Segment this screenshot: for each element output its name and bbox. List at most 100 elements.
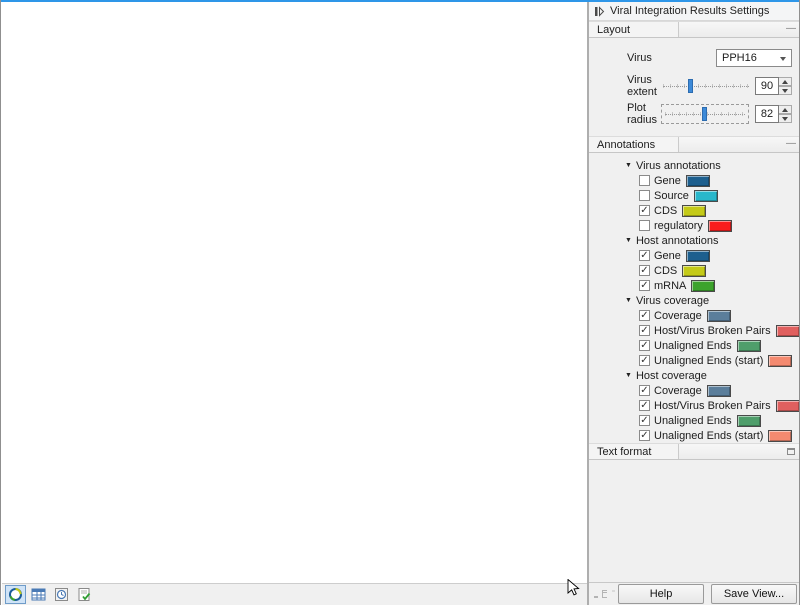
plot-radius-spinner[interactable]: 82 (755, 105, 792, 123)
settings-panel-header[interactable]: Viral Integration Results Settings (589, 2, 800, 21)
color-swatch[interactable] (768, 355, 792, 367)
color-swatch[interactable] (707, 310, 731, 322)
checkbox[interactable] (639, 220, 650, 231)
spin-down-button[interactable] (779, 114, 792, 123)
annotation-item-cds: ✓CDS (589, 263, 800, 278)
checkbox[interactable]: ✓ (639, 355, 650, 366)
annotation-item-label: Gene (654, 250, 681, 262)
color-swatch[interactable] (686, 175, 710, 187)
circular-plot[interactable] (2, 2, 588, 585)
collapse-caret-icon[interactable]: ▼ (625, 162, 632, 169)
virus-dropdown[interactable]: PPH16 (716, 49, 792, 67)
sidebar-toggle-icon[interactable] (594, 6, 605, 17)
annotations-section-label: Annotations (589, 137, 679, 152)
layout-section-header[interactable]: Layout — (589, 21, 800, 38)
checkbox[interactable]: ✓ (639, 280, 650, 291)
annotation-item-label: CDS (654, 205, 677, 217)
virus-row: Virus PPH16 (589, 44, 800, 72)
spin-up-button[interactable] (779, 77, 792, 86)
color-swatch[interactable] (776, 400, 800, 412)
text-format-section-header[interactable]: Text format (589, 443, 800, 460)
table-view-icon (30, 586, 47, 603)
checkbox[interactable]: ✓ (639, 325, 650, 336)
checkbox[interactable]: ✓ (639, 205, 650, 216)
collapse-caret-icon[interactable]: ▼ (625, 297, 632, 304)
annotation-group-host-annotations[interactable]: ▼ Host annotations (589, 233, 800, 248)
annotation-item-source: Source (589, 188, 800, 203)
virus-extent-value[interactable]: 90 (755, 77, 779, 95)
collapse-section-icon[interactable]: — (786, 139, 795, 148)
table-view-button[interactable] (28, 585, 49, 604)
color-swatch[interactable] (737, 340, 761, 352)
view-toolbar (2, 583, 587, 605)
annotation-item-unaligned-ends-start: ✓Unaligned Ends (start) (589, 428, 800, 443)
annotation-item-cds: ✓ CDS (589, 203, 800, 218)
history-view-button[interactable] (51, 585, 72, 604)
spin-down-button[interactable] (779, 86, 792, 95)
annotation-item-label: mRNA (654, 280, 686, 292)
annotation-group-label: Virus coverage (636, 295, 709, 307)
float-panel-icon[interactable] (601, 588, 607, 600)
virus-extent-spinner[interactable]: 90 (755, 77, 792, 95)
annotations-section-header[interactable]: Annotations — (589, 136, 800, 153)
virus-extent-label: Virus extent (627, 74, 663, 98)
collapse-section-icon[interactable]: — (786, 24, 795, 33)
color-swatch[interactable] (686, 250, 710, 262)
annotation-group-host-coverage[interactable]: ▼ Host coverage (589, 368, 800, 383)
plot-radius-slider[interactable] (665, 106, 745, 122)
annotation-item-label: Source (654, 190, 689, 202)
slider-handle[interactable] (688, 79, 693, 93)
annotation-item-unaligned-ends-start: ✓Unaligned Ends (start) (589, 353, 800, 368)
color-swatch[interactable] (768, 430, 792, 442)
color-swatch[interactable] (694, 190, 718, 202)
dock-panel-icon[interactable] (610, 588, 615, 600)
annotation-item-label: regulatory (654, 220, 703, 232)
virus-extent-slider[interactable] (663, 78, 749, 94)
slider-handle[interactable] (702, 107, 707, 121)
color-swatch[interactable] (682, 265, 706, 277)
annotation-group-virus-coverage[interactable]: ▼ Virus coverage (589, 293, 800, 308)
checkbox[interactable]: ✓ (639, 415, 650, 426)
color-swatch[interactable] (682, 205, 706, 217)
circular-plot-area[interactable] (2, 2, 587, 583)
help-button[interactable]: Help (618, 584, 704, 604)
color-swatch[interactable] (691, 280, 715, 292)
color-swatch[interactable] (776, 325, 800, 337)
checkbox[interactable]: ✓ (639, 430, 650, 441)
annotation-group-label: Host coverage (636, 370, 707, 382)
checkbox[interactable]: ✓ (639, 400, 650, 411)
annotation-item-coverage: ✓ Coverage (589, 383, 800, 398)
minimize-panel-icon[interactable] (593, 588, 598, 600)
virus-extent-row: Virus extent 90 (589, 72, 800, 100)
panel-empty-space (589, 460, 800, 582)
color-swatch[interactable] (707, 385, 731, 397)
expand-section-icon[interactable] (787, 448, 795, 455)
checkbox[interactable] (639, 175, 650, 186)
color-swatch[interactable] (708, 220, 732, 232)
collapse-caret-icon[interactable]: ▼ (625, 237, 632, 244)
circular-view-icon (7, 586, 24, 603)
checkbox[interactable]: ✓ (639, 250, 650, 261)
settings-panel-title: Viral Integration Results Settings (610, 5, 769, 17)
circular-view-button[interactable] (5, 585, 26, 604)
spin-up-button[interactable] (779, 105, 792, 114)
color-swatch[interactable] (737, 415, 761, 427)
plot-radius-value[interactable]: 82 (755, 105, 779, 123)
annotation-group-virus-annotations[interactable]: ▼Virus annotations (589, 158, 800, 173)
checkbox[interactable]: ✓ (639, 340, 650, 351)
annotation-item-label: Host/Virus Broken Pairs (654, 400, 771, 412)
down-arrow-icon (782, 117, 788, 121)
panel-footer: Help Save View... (589, 582, 800, 605)
annotation-item-coverage: ✓Coverage (589, 308, 800, 323)
checkbox[interactable]: ✓ (639, 265, 650, 276)
checkbox[interactable]: ✓ (639, 310, 650, 321)
annotation-item-label: Coverage (654, 385, 702, 397)
collapse-caret-icon[interactable]: ▼ (625, 372, 632, 379)
checkbox[interactable] (639, 190, 650, 201)
element-info-view-icon (76, 586, 93, 603)
element-info-view-button[interactable] (74, 585, 95, 604)
checkbox[interactable]: ✓ (639, 385, 650, 396)
save-view-button[interactable]: Save View... (711, 584, 797, 604)
annotation-group-label: Host annotations (636, 235, 719, 247)
annotation-item-host-virus-broken-pairs: ✓Host/Virus Broken Pairs (589, 323, 800, 338)
